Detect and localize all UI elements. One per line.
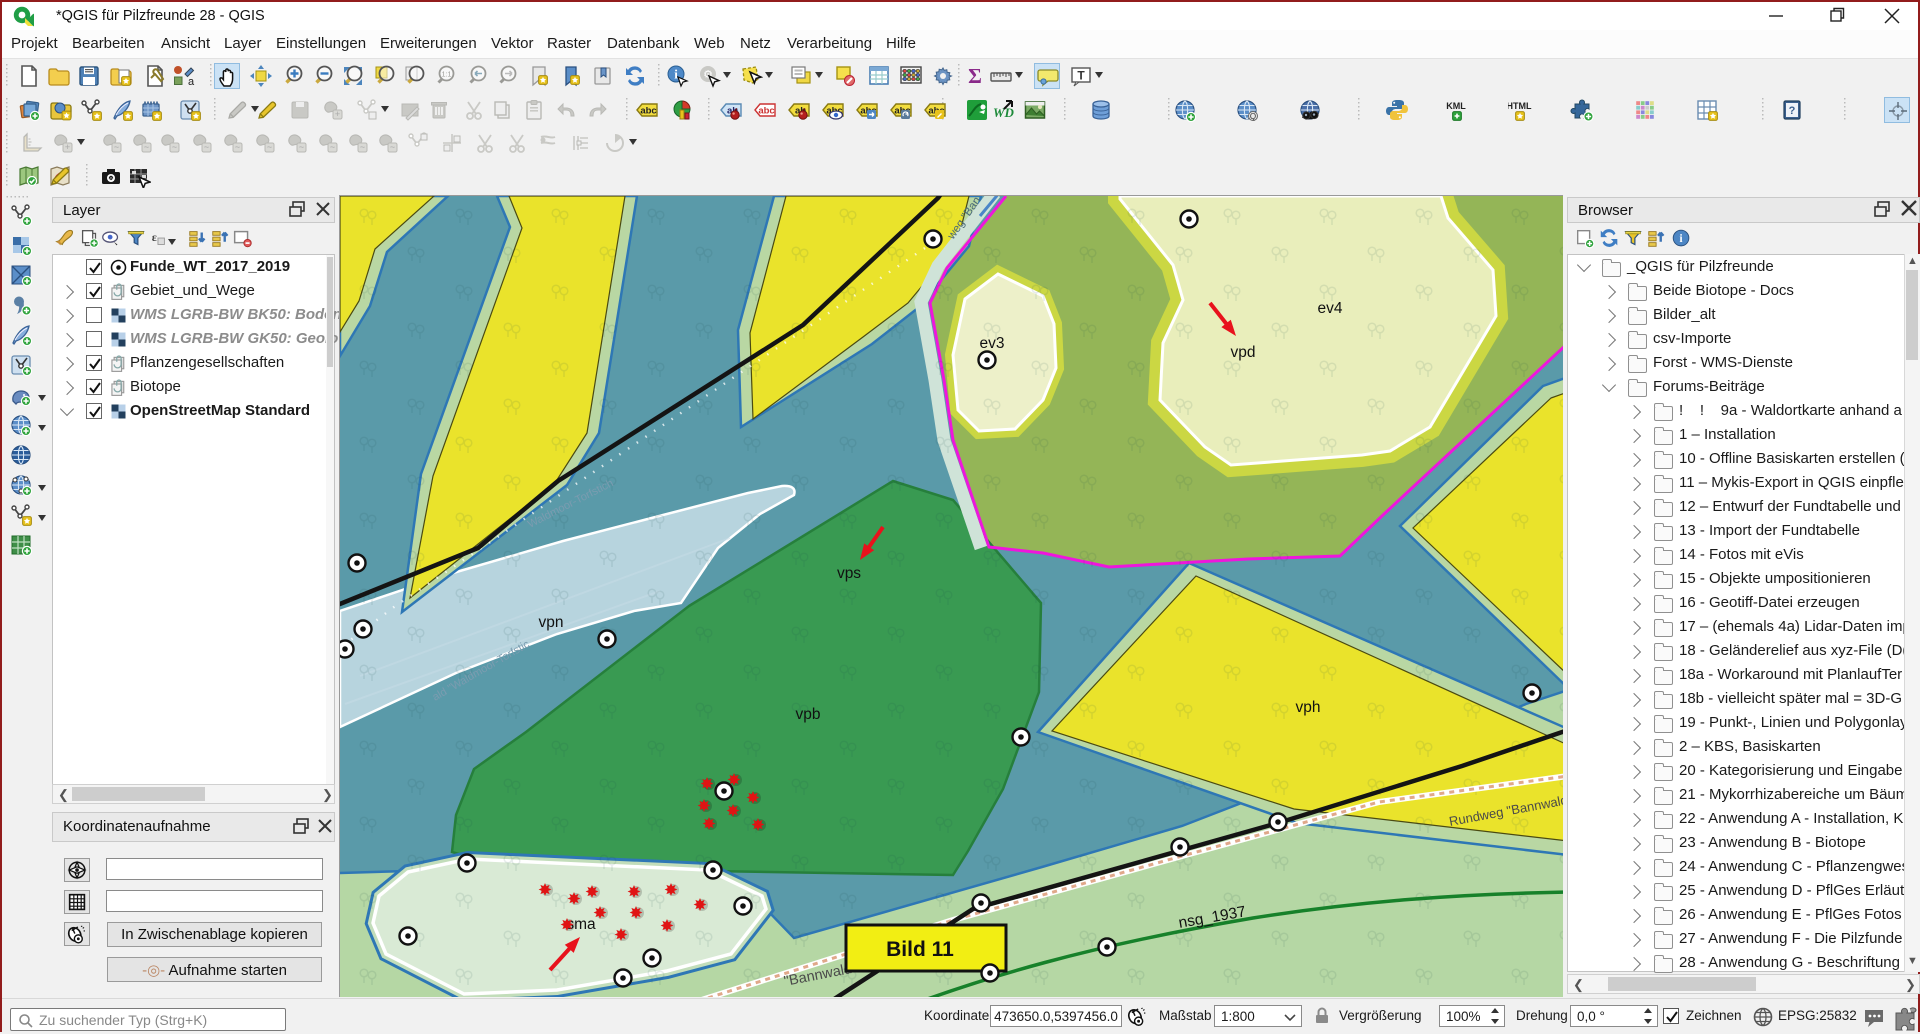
svg-text:+: + [65, 142, 70, 152]
svg-text:1:1: 1:1 [442, 72, 452, 79]
svg-text:ε: ε [152, 230, 157, 244]
svg-text:a: a [188, 76, 195, 88]
svg-text:i: i [1680, 233, 1683, 245]
svg-text:~: ~ [114, 142, 119, 152]
svg-text:~: ~ [144, 142, 149, 152]
svg-text:KML: KML [1446, 101, 1466, 111]
svg-text:?: ? [1789, 105, 1796, 117]
svg-text:vph: vph [1296, 699, 1321, 716]
svg-text:i: i [674, 67, 678, 82]
svg-text:~: ~ [299, 142, 304, 152]
svg-text:abc: abc [758, 106, 774, 117]
svg-text:~: ~ [204, 142, 209, 152]
svg-text:~: ~ [172, 142, 177, 152]
svg-text:vps: vps [837, 565, 861, 582]
svg-text:vpn: vpn [539, 614, 564, 631]
svg-text:WD: WD [993, 105, 1015, 120]
svg-text:+: + [335, 109, 340, 119]
svg-text:~: ~ [235, 142, 240, 152]
svg-text:ev4: ev4 [1318, 300, 1343, 317]
svg-text:Bild 11: Bild 11 [886, 938, 954, 961]
svg-text:~: ~ [267, 142, 272, 152]
svg-text:HTML: HTML [1508, 101, 1532, 111]
svg-text:vpd: vpd [1231, 344, 1256, 361]
svg-text:~: ~ [390, 142, 395, 152]
svg-text:T: T [1077, 69, 1085, 83]
svg-text:abc: abc [640, 106, 656, 117]
svg-text:vpb: vpb [796, 706, 821, 723]
svg-text:~: ~ [330, 142, 335, 152]
svg-text:Q: Q [1250, 112, 1256, 121]
svg-text:~: ~ [360, 142, 365, 152]
svg-text:Σ: Σ [968, 64, 982, 88]
svg-text:ev3: ev3 [980, 335, 1005, 352]
